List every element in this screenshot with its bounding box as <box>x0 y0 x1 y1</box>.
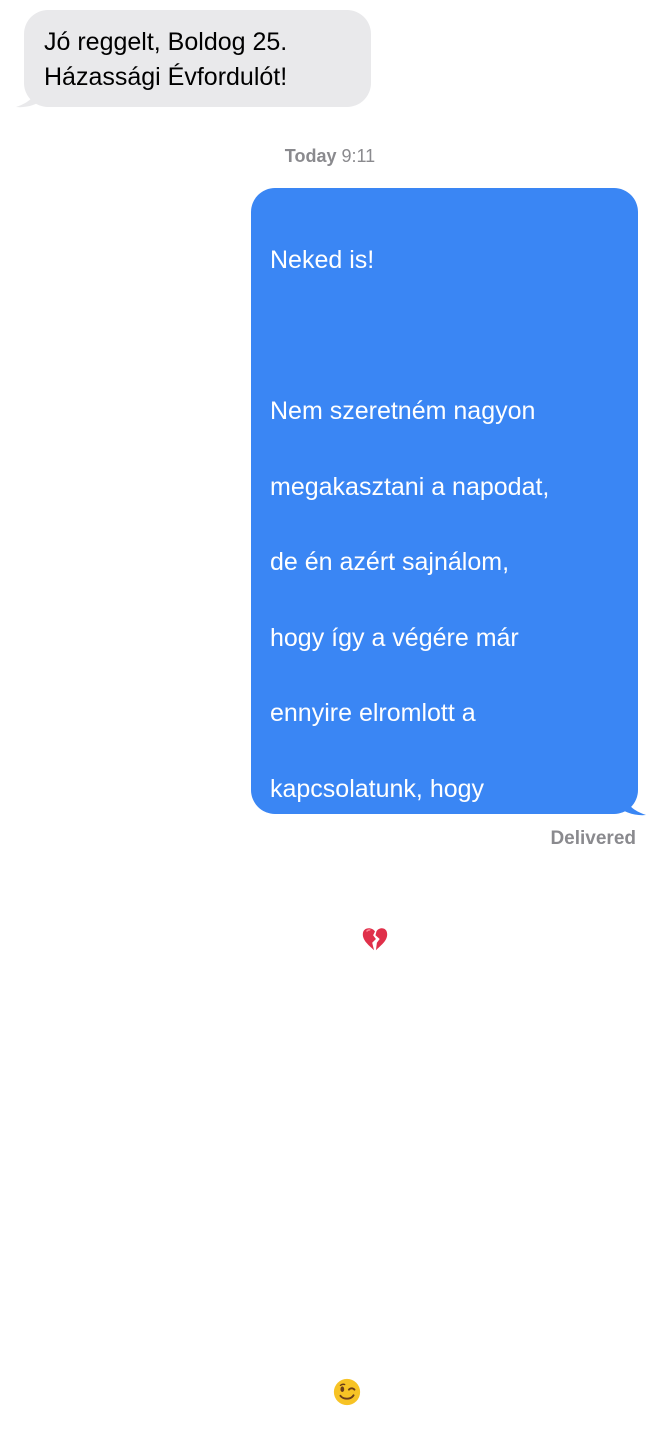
outgoing-message-line: leszek majd veletek, <box>270 1152 496 1181</box>
outgoing-message-line-with-emoji: lesz! <box>270 1376 620 1414</box>
outgoing-message-line: hogy így a végére már <box>270 623 519 652</box>
outgoing-message-bubble[interactable]: Neked is! Nem szeretném nagyon megakaszt… <box>251 188 638 1408</box>
outgoing-text-segment: meg, de <box>394 926 492 955</box>
delivery-status: Delivered <box>550 828 636 849</box>
timestamp-time: 9:11 <box>341 146 376 166</box>
winking-face-icon <box>334 1378 361 1406</box>
outgoing-message-line: Neked is! <box>270 245 375 274</box>
outgoing-text-segment: lesz! <box>270 1379 329 1408</box>
outgoing-message-line: akkor mindenki sokkal, <box>270 1228 523 1257</box>
timestamp-day: Today <box>284 146 337 166</box>
message-timestamp: Today 9:11 <box>0 146 660 166</box>
outgoing-message-line: kapcsolatunk, hogy <box>270 774 485 803</box>
outgoing-text-segment: szakad <box>270 926 357 955</box>
outgoing-message-line: remélem, ha már nem <box>270 1077 515 1106</box>
outgoing-message-line: tényleg szívemből <box>270 1001 471 1030</box>
outgoing-message-line-with-emoji: szakad meg, de <box>270 922 620 960</box>
outgoing-message-line: de én azért sajnálom, <box>270 548 510 577</box>
outgoing-message-blank-line <box>270 317 620 355</box>
outgoing-message-line: sokszor már a szívem <box>270 850 514 879</box>
outgoing-message-line: de sokkal boldogabb <box>270 1304 500 1333</box>
outgoing-message-line: ennyire elromlott a <box>270 699 476 728</box>
incoming-message-line: Jó reggelt, Boldog 25. <box>44 28 288 56</box>
outgoing-message-line: Nem szeretném nagyon <box>270 396 536 425</box>
outgoing-message-line: megakasztani a napodat, <box>270 472 550 501</box>
incoming-message-bubble[interactable]: Jó reggelt, Boldog 25. Házassági Évfordu… <box>24 10 371 107</box>
incoming-message-line: Házassági Évfordulót! <box>44 63 288 91</box>
broken-heart-icon <box>362 927 388 950</box>
